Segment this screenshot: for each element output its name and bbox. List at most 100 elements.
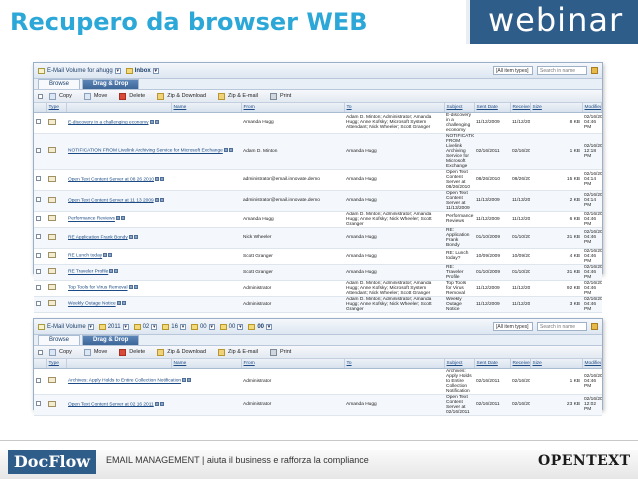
column-header-name[interactable]: Name <box>171 359 242 369</box>
tab-browse[interactable]: Browse <box>38 335 81 345</box>
column-header-subject[interactable]: Subject <box>444 359 475 369</box>
row-checkbox[interactable] <box>36 252 41 258</box>
table-row[interactable]: Top Tools for Virus Removal Administrator… <box>34 280 602 297</box>
item-name-link[interactable]: Archives: Apply Holds to Entire Collecti… <box>68 379 181 384</box>
search-input[interactable]: Search in name <box>537 322 587 331</box>
item-name-link[interactable]: Weekly Outage Notice <box>68 302 116 307</box>
chevron-down-icon[interactable]: ▾ <box>122 323 129 330</box>
column-header-size[interactable]: Size <box>530 359 583 369</box>
menu-icon[interactable] <box>149 119 154 124</box>
menu-icon[interactable] <box>128 285 133 290</box>
move-button[interactable]: Move <box>83 92 107 100</box>
row-checkbox[interactable] <box>36 377 41 383</box>
menu-icon[interactable] <box>103 253 108 258</box>
chevron-down-icon[interactable]: ▾ <box>114 67 121 74</box>
settings-icon[interactable] <box>591 67 598 74</box>
menu-icon[interactable] <box>116 301 121 306</box>
tab-drag-drop[interactable]: Drag & Drop <box>82 79 140 89</box>
item-name-link[interactable]: Open Text Content Server at 11 13 2009 <box>68 198 154 203</box>
breadcrumb-segment[interactable]: 16 ▾ <box>162 323 188 330</box>
column-header-sent-date[interactable]: Sent Date <box>474 359 511 369</box>
chevron-down-icon[interactable]: ▾ <box>151 323 158 330</box>
tab-drag-drop[interactable]: Drag & Drop <box>82 335 140 345</box>
row-checkbox[interactable] <box>36 197 41 202</box>
copy-button[interactable]: Copy <box>49 348 72 356</box>
item-type-select[interactable]: [All item types] <box>493 322 533 331</box>
copy-button[interactable]: Copy <box>49 92 72 100</box>
column-header-type[interactable]: Type <box>46 359 67 369</box>
table-row[interactable]: RE Application Frank Bondy Nick Wheeler Am… <box>34 227 602 249</box>
column-header-received-date[interactable]: Received Date <box>510 359 531 369</box>
column-header-modified[interactable]: Modified <box>582 359 602 369</box>
select-all-checkbox[interactable] <box>38 93 43 99</box>
item-name-link[interactable]: RE Application Frank Bondy <box>68 235 128 240</box>
print-button[interactable]: Print <box>269 348 291 356</box>
column-header-modified[interactable]: Modified <box>582 103 602 113</box>
table-row[interactable]: E-discovery in a challenging economy Aman… <box>34 112 602 134</box>
row-checkbox[interactable] <box>36 176 41 181</box>
menu-icon[interactable] <box>223 148 228 153</box>
row-checkbox[interactable] <box>36 300 41 306</box>
item-name-link[interactable]: Performance Reviews <box>68 217 115 222</box>
column-header-sent-date[interactable]: Sent Date <box>474 103 511 113</box>
column-header-subject[interactable]: Subject <box>444 103 475 113</box>
zip-email-button[interactable]: Zip & E-mail <box>218 92 258 100</box>
search-input[interactable]: Search in name <box>537 66 587 75</box>
column-header-name[interactable]: Name <box>171 103 242 113</box>
tab-browse[interactable]: Browse <box>38 79 81 89</box>
table-row[interactable]: Open Text Content Server at 02 16 2011 Ad… <box>34 394 602 416</box>
breadcrumb-inbox[interactable]: Inbox ▾ <box>125 67 161 74</box>
row-checkbox[interactable] <box>36 215 41 221</box>
chevron-down-icon[interactable]: ▾ <box>179 323 186 330</box>
table-row[interactable]: Open Text Content Server at 08 26 2010 ad… <box>34 169 602 191</box>
menu-icon[interactable] <box>154 197 159 202</box>
row-checkbox[interactable] <box>36 284 41 290</box>
zip-download-button[interactable]: Zip & Download <box>157 348 206 356</box>
breadcrumb-segment[interactable]: 02 ▾ <box>133 323 160 330</box>
chevron-down-icon[interactable]: ▾ <box>87 323 94 330</box>
menu-icon[interactable] <box>154 401 159 406</box>
column-header-from[interactable]: From <box>241 359 345 369</box>
move-button[interactable]: Move <box>83 348 107 356</box>
item-name-link[interactable]: RE Lunch today <box>68 254 102 259</box>
zip-download-button[interactable]: Zip & Download <box>157 92 206 100</box>
breadcrumb-segment[interactable]: 00 ▾ <box>248 323 274 330</box>
breadcrumb-volume[interactable]: E-Mail Volume for ahugg ▾ <box>38 67 123 74</box>
menu-icon[interactable] <box>115 216 120 221</box>
row-checkbox[interactable] <box>36 119 41 124</box>
column-header-type[interactable]: Type <box>46 103 67 113</box>
settings-icon[interactable] <box>591 323 598 330</box>
breadcrumb-segment[interactable]: 00 ▾ <box>219 323 246 330</box>
item-name-link[interactable]: RE Traveler Profile <box>68 270 108 275</box>
table-row[interactable]: Performance Reviews Amanda Hugg Adam D. Mi… <box>34 211 602 228</box>
menu-icon[interactable] <box>182 378 187 383</box>
item-name-link[interactable]: Top Tools for Virus Removal <box>68 286 128 291</box>
column-header-received-date[interactable]: Received Date <box>510 103 531 113</box>
row-checkbox[interactable] <box>36 147 41 153</box>
column-header-from[interactable]: From <box>241 103 345 113</box>
item-type-select[interactable]: [All item types] <box>493 66 533 75</box>
chevron-down-icon[interactable]: ▾ <box>208 323 215 330</box>
row-checkbox[interactable] <box>36 268 41 274</box>
print-button[interactable]: Print <box>269 92 291 100</box>
menu-icon[interactable] <box>109 269 114 274</box>
column-header-to[interactable]: To <box>344 103 445 113</box>
column-header-size[interactable]: Size <box>530 103 583 113</box>
item-name-link[interactable]: Open Text Content Server at 08 26 2010 <box>68 177 154 182</box>
table-row[interactable]: Open Text Content Server at 11 13 2009 ad… <box>34 190 602 212</box>
chevron-down-icon[interactable]: ▾ <box>237 323 244 330</box>
select-all-checkbox[interactable] <box>38 349 43 355</box>
table-row[interactable]: Archives: Apply Holds to Entire Collecti… <box>34 368 602 395</box>
item-name-link[interactable]: NOTIFICATION FROM Livelink Archiving Ser… <box>68 149 223 154</box>
breadcrumb-segment[interactable]: 00 ▾ <box>190 323 217 330</box>
delete-button[interactable]: Delete <box>119 92 145 100</box>
row-checkbox[interactable] <box>36 401 41 406</box>
table-row[interactable]: RE Traveler Profile Scott Granger Amanda H… <box>34 264 602 281</box>
row-checkbox[interactable] <box>36 234 41 239</box>
menu-icon[interactable] <box>128 234 133 239</box>
item-name-link[interactable]: Open Text Content Server at 02 16 2011 <box>68 402 154 407</box>
delete-button[interactable]: Delete <box>119 348 145 356</box>
menu-icon[interactable] <box>155 176 160 181</box>
chevron-down-icon[interactable]: ▾ <box>152 67 159 74</box>
item-name-link[interactable]: E-discovery in a challenging economy <box>68 120 149 125</box>
